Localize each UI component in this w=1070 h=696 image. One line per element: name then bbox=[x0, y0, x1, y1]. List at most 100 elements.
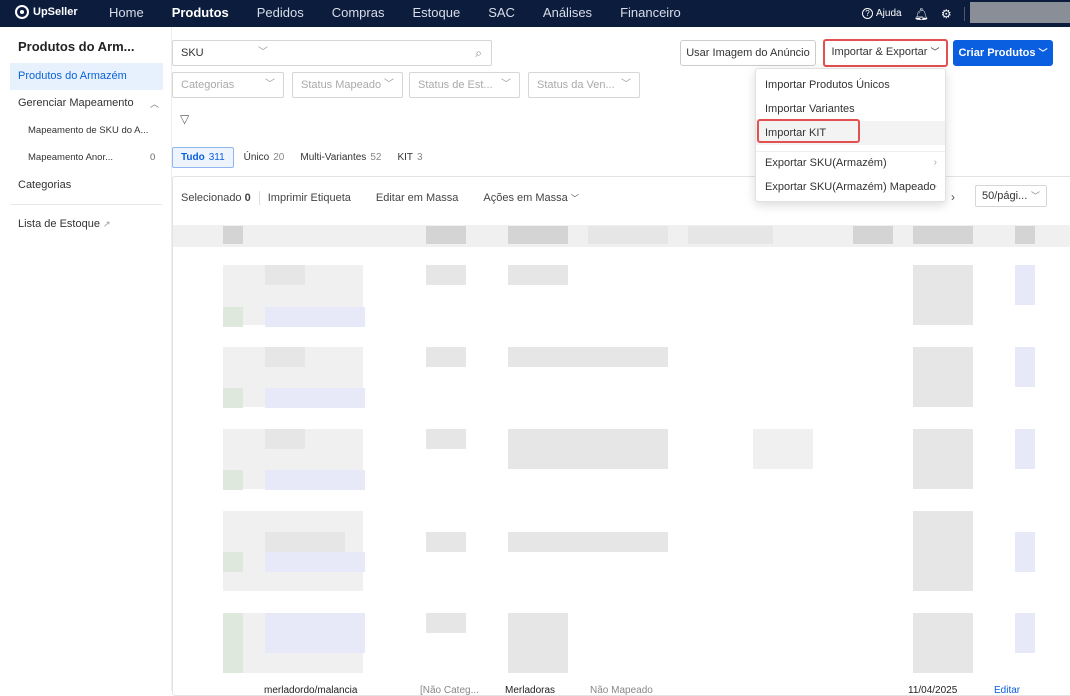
blurred-text bbox=[426, 429, 466, 449]
nav-pedidos[interactable]: Pedidos bbox=[243, 0, 318, 27]
table-header-cell bbox=[426, 226, 466, 244]
usar-imagem-button[interactable]: Usar Imagem do Anúncio bbox=[680, 40, 816, 66]
nav-analises[interactable]: Análises bbox=[529, 0, 606, 27]
tab-unico[interactable]: Único 20 bbox=[244, 152, 285, 163]
nav-financeiro[interactable]: Financeiro bbox=[606, 0, 695, 27]
importar-exportar-button[interactable]: Importar & Exportar ﹀ bbox=[823, 39, 948, 67]
sidebar-item-mapeamento-sku[interactable]: Mapeamento de SKU do A... bbox=[28, 125, 148, 136]
blurred-text bbox=[265, 613, 365, 653]
blurred-text bbox=[508, 532, 668, 552]
criar-produtos-label: Criar Produtos bbox=[958, 47, 1036, 59]
blurred-text bbox=[265, 429, 305, 449]
external-link-icon: ↗ bbox=[102, 219, 111, 229]
topbar-actions: ? Ajuda 🔔︎ ⚙︎ bbox=[862, 0, 965, 27]
tab-kit-count: 3 bbox=[417, 152, 423, 163]
status-estoque-select[interactable]: Status de Est... ﹀ bbox=[409, 72, 520, 98]
nav-produtos[interactable]: Produtos bbox=[158, 0, 243, 27]
selected-label: Selecionado bbox=[181, 192, 242, 204]
sidebar-item-produtos-armazem[interactable]: Produtos do Armazém bbox=[10, 63, 163, 90]
sku-type-value: SKU bbox=[181, 47, 204, 59]
blurred-text bbox=[426, 532, 466, 552]
chevron-right-icon: › bbox=[933, 181, 937, 192]
status-mapeado-select[interactable]: Status Mapeado ﹀ bbox=[292, 72, 403, 98]
menu-item-exportar-sku[interactable]: Exportar SKU(Armazém) › bbox=[756, 151, 945, 175]
divider bbox=[258, 191, 260, 205]
nav-compras[interactable]: Compras bbox=[318, 0, 399, 27]
importar-exportar-label: Importar & Exportar bbox=[831, 46, 928, 58]
bulk-toolbar: Selecionado 0 Imprimir Etiqueta Editar e… bbox=[181, 191, 604, 205]
sku-type-select[interactable]: SKU ﹀ bbox=[172, 40, 277, 66]
next-page-icon[interactable]: › bbox=[951, 190, 955, 204]
menu-item-importar-kit[interactable]: Importar KIT bbox=[756, 121, 945, 145]
tab-tudo-label: Tudo bbox=[181, 152, 205, 163]
blurred-text bbox=[508, 347, 668, 367]
sidebar-divider bbox=[10, 204, 162, 205]
exportar-sku-label: Exportar SKU(Armazém) bbox=[765, 157, 887, 169]
bell-icon[interactable]: 🔔︎ bbox=[914, 7, 929, 21]
nav-home[interactable]: Home bbox=[95, 0, 158, 27]
tab-kit[interactable]: KIT 3 bbox=[397, 152, 422, 163]
categorias-select[interactable]: Categorias ﹀ bbox=[172, 72, 284, 98]
brand-logo[interactable]: UpSeller bbox=[15, 5, 78, 19]
menu-item-importar-produtos-unicos[interactable]: Importar Produtos Únicos bbox=[756, 73, 945, 97]
search-input[interactable]: ⌕ bbox=[276, 40, 492, 66]
chevron-down-icon: ﹀ bbox=[570, 194, 579, 203]
gear-icon[interactable]: ⚙︎ bbox=[941, 7, 952, 21]
blurred-text bbox=[426, 265, 466, 285]
blurred-text bbox=[913, 347, 973, 407]
editar-em-massa-button[interactable]: Editar em Massa bbox=[376, 192, 459, 204]
menu-item-exportar-sku-mapeado[interactable]: Exportar SKU(Armazém) Mapeado › bbox=[756, 175, 945, 199]
blurred-text bbox=[913, 429, 973, 489]
menu-item-importar-variantes[interactable]: Importar Variantes bbox=[756, 97, 945, 121]
table-header-cell bbox=[853, 226, 893, 244]
tab-unico-count: 20 bbox=[273, 152, 285, 163]
acoes-em-massa-label: Ações em Massa bbox=[483, 192, 568, 204]
chevron-down-icon: ﹀ bbox=[265, 79, 275, 90]
divider bbox=[963, 6, 965, 21]
table-header-cell bbox=[913, 226, 973, 244]
blurred-text bbox=[265, 532, 345, 552]
blurred-text bbox=[265, 388, 365, 408]
blurred-text bbox=[508, 429, 668, 469]
blurred-text bbox=[508, 265, 568, 285]
status-venda-placeholder: Status da Ven... bbox=[537, 79, 615, 91]
chevron-down-icon: ﹀ bbox=[930, 47, 940, 57]
blurred-image bbox=[223, 552, 243, 572]
blurred-text bbox=[913, 265, 973, 325]
blurred-image bbox=[223, 307, 243, 327]
filter-icon[interactable]: ▽ bbox=[180, 112, 189, 126]
criar-produtos-button[interactable]: Criar Produtos ﹀ bbox=[953, 40, 1053, 66]
blurred-text bbox=[753, 429, 813, 469]
blurred-text bbox=[1015, 265, 1035, 305]
blurred-text bbox=[1015, 532, 1035, 572]
user-account-menu[interactable] bbox=[970, 2, 1070, 23]
nav-sac[interactable]: SAC bbox=[474, 0, 529, 27]
tab-multi-variantes[interactable]: Multi-Variantes 52 bbox=[300, 152, 381, 163]
search-icon[interactable]: ⌕ bbox=[475, 46, 482, 61]
page-size-value: 50/pági... bbox=[982, 190, 1028, 202]
importar-exportar-menu: Importar Produtos Únicos Importar Varian… bbox=[755, 68, 946, 202]
blurred-text bbox=[508, 613, 568, 673]
table-header-cell bbox=[1015, 226, 1035, 244]
chevron-up-icon[interactable]: ︿ bbox=[150, 97, 159, 110]
help-link[interactable]: ? Ajuda bbox=[862, 8, 902, 19]
page-size-select[interactable]: 50/pági... ﹀ bbox=[975, 185, 1047, 207]
sidebar-item-mapeamento-anormal[interactable]: Mapeamento Anor... bbox=[28, 152, 113, 163]
sidebar-item-lista-estoque[interactable]: Lista de Estoque ↗ bbox=[10, 211, 163, 238]
table-header-cell bbox=[588, 226, 668, 244]
blurred-text bbox=[426, 613, 466, 633]
main-nav: Home Produtos Pedidos Compras Estoque SA… bbox=[95, 0, 695, 27]
sidebar-item-categorias[interactable]: Categorias bbox=[10, 172, 163, 199]
imprimir-etiqueta-button[interactable]: Imprimir Etiqueta bbox=[268, 192, 351, 204]
acoes-em-massa-button[interactable]: Ações em Massa ﹀ bbox=[483, 192, 578, 204]
chevron-down-icon: ﹀ bbox=[1030, 191, 1040, 201]
chevron-down-icon: ﹀ bbox=[501, 79, 511, 90]
sidebar-item-gerenciar-mapeamento[interactable]: Gerenciar Mapeamento bbox=[10, 90, 163, 117]
nav-estoque[interactable]: Estoque bbox=[398, 0, 474, 27]
sidebar: Produtos do Arm... Produtos do Armazém G… bbox=[0, 27, 172, 691]
mapeamento-anormal-count: 0 bbox=[150, 152, 156, 163]
selected-count: 0 bbox=[244, 192, 251, 204]
chevron-down-icon: ﹀ bbox=[384, 79, 394, 90]
tab-tudo[interactable]: Tudo 311 bbox=[172, 147, 234, 168]
status-venda-select[interactable]: Status da Ven... ﹀ bbox=[528, 72, 640, 98]
